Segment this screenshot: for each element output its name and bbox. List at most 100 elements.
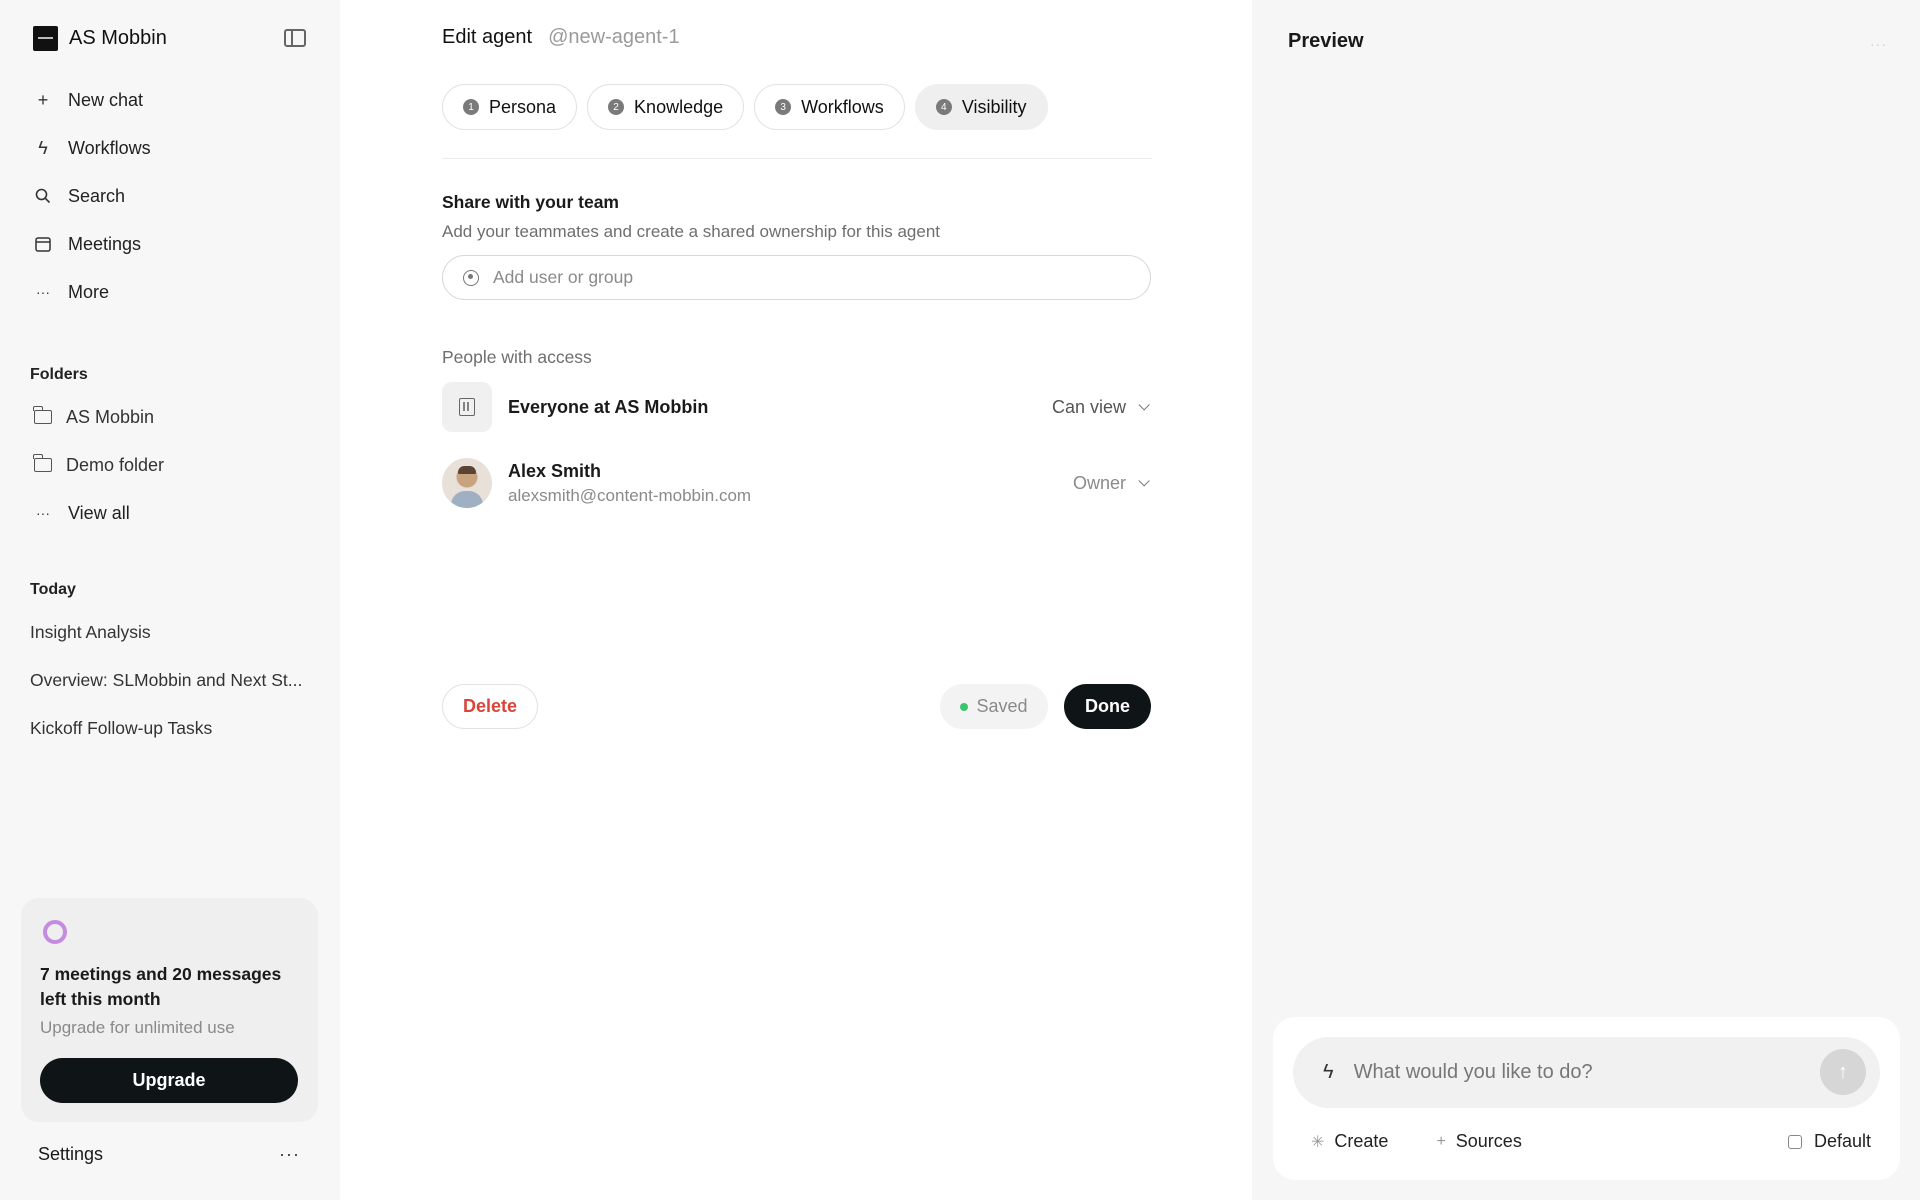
view-all-folders[interactable]: ··· View all — [34, 489, 314, 537]
create-button[interactable]: ✳ Create — [1311, 1131, 1388, 1152]
editor-header: Edit agent @new-agent-1 — [442, 26, 680, 49]
folder-item-as-mobbin[interactable]: AS Mobbin — [33, 393, 314, 441]
composer-actions: ✳ Create + Sources Default — [1311, 1131, 1871, 1152]
preview-panel: Preview ··· ϟ ↑ ✳ Create + Sources Defau… — [1252, 0, 1920, 1200]
divider — [442, 158, 1152, 159]
chat-history-item[interactable]: Overview: SLMobbin and Next St... — [30, 656, 310, 704]
workspace-logo — [33, 26, 58, 51]
share-subtitle: Add your teammates and create a shared o… — [442, 222, 941, 241]
tab-label: Workflows — [801, 96, 884, 117]
step-number: 1 — [463, 99, 479, 115]
model-label: Default — [1813, 1131, 1871, 1151]
sidebar-item-meetings[interactable]: Meetings — [34, 220, 314, 268]
access-row: Everyone at AS Mobbin Can view — [442, 381, 1152, 433]
model-select[interactable]: Default — [1787, 1131, 1871, 1152]
tab-visibility[interactable]: 4 Visibility — [914, 84, 1048, 130]
workspace-name: AS Mobbin — [69, 27, 167, 49]
saved-label: Saved — [976, 696, 1028, 716]
bolt-icon: ϟ — [38, 137, 48, 158]
agent-editor: Edit agent @new-agent-1 1 Persona 2 Know… — [340, 0, 1252, 1200]
upgrade-button[interactable]: Upgrade — [40, 1058, 298, 1103]
folder-item-demo-folder[interactable]: Demo folder — [33, 441, 314, 489]
folder-label: AS Mobbin — [66, 406, 155, 427]
sidebar-nav: + New chat ϟ Workflows Search Meetings ·… — [34, 76, 314, 316]
tab-label: Knowledge — [634, 96, 724, 117]
tab-persona[interactable]: 1 Persona — [442, 84, 578, 130]
sidebar-item-new-chat[interactable]: + New chat — [34, 76, 314, 124]
search-icon — [34, 187, 52, 205]
settings-row[interactable]: Settings ··· — [38, 1144, 300, 1165]
folders-heading: Folders — [30, 366, 88, 383]
sidebar-item-search[interactable]: Search — [34, 172, 314, 220]
settings-more-icon[interactable]: ··· — [279, 1144, 300, 1165]
access-row: Alex Smith alexsmith@content-mobbin.com … — [442, 457, 1152, 509]
arrow-up-icon: ↑ — [1838, 1060, 1848, 1083]
folder-label: Demo folder — [66, 454, 165, 475]
role-label: Owner — [1072, 472, 1126, 493]
sidebar-item-label: Workflows — [68, 137, 151, 158]
chat-composer: ϟ ↑ ✳ Create + Sources Default — [1273, 1017, 1900, 1180]
composer-input-wrapper: ϟ ↑ — [1293, 1037, 1880, 1108]
sparkle-icon: ✳ — [1311, 1133, 1325, 1151]
folder-icon — [33, 406, 52, 424]
send-button[interactable]: ↑ — [1820, 1049, 1866, 1095]
step-number: 3 — [775, 99, 792, 115]
plus-icon: + — [1436, 1132, 1446, 1150]
step-number: 2 — [608, 99, 625, 115]
sidebar-item-workflows[interactable]: ϟ Workflows — [34, 124, 314, 172]
bolt-icon[interactable]: ϟ — [1323, 1061, 1334, 1084]
usage-ring-icon — [43, 920, 67, 944]
calendar-icon — [34, 235, 52, 253]
plus-icon: + — [37, 89, 49, 110]
workspace-switcher[interactable]: AS Mobbin — [33, 26, 167, 51]
chevron-down-icon — [1138, 475, 1150, 487]
access-name: Alex Smith — [508, 460, 602, 481]
access-name: Everyone at AS Mobbin — [508, 396, 709, 417]
sidebar-item-label: Search — [68, 185, 126, 206]
sidebar-item-label: Meetings — [68, 233, 142, 254]
sources-label: Sources — [1455, 1131, 1522, 1151]
cpu-icon — [1787, 1134, 1802, 1149]
status-dot — [960, 702, 969, 711]
page-title: Edit agent — [442, 26, 533, 48]
chat-history-item[interactable]: Insight Analysis — [30, 608, 310, 656]
settings-label: Settings — [38, 1144, 104, 1164]
composer-input[interactable] — [1353, 1061, 1794, 1084]
folder-list: AS Mobbin Demo folder ··· View all — [33, 393, 314, 537]
more-icon: ··· — [36, 505, 50, 521]
tab-knowledge[interactable]: 2 Knowledge — [587, 84, 745, 130]
access-heading: People with access — [442, 347, 592, 367]
folder-icon — [33, 454, 52, 472]
agent-handle: @new-agent-1 — [548, 26, 680, 48]
share-title: Share with your team — [442, 192, 619, 212]
avatar — [442, 458, 492, 508]
user-circle-icon — [463, 269, 479, 286]
role-label: Can view — [1051, 396, 1126, 417]
tab-label: Visibility — [961, 96, 1027, 117]
delete-button[interactable]: Delete — [442, 684, 538, 729]
role-select-everyone[interactable]: Can view — [1052, 397, 1152, 418]
usage-card: 7 meetings and 20 messages left this mon… — [21, 898, 318, 1122]
sidebar-item-more[interactable]: ··· More — [34, 268, 314, 316]
chat-history-item[interactable]: Kickoff Follow-up Tasks — [30, 704, 310, 752]
sources-button[interactable]: + Sources — [1436, 1131, 1521, 1152]
saved-status: Saved — [940, 684, 1048, 729]
done-button[interactable]: Done — [1064, 684, 1151, 729]
sidebar-item-label: More — [68, 281, 110, 302]
sidebar-toggle-icon[interactable] — [284, 29, 306, 47]
today-heading: Today — [30, 581, 76, 598]
tab-label: Persona — [489, 96, 557, 117]
sidebar: AS Mobbin + New chat ϟ Workflows Search … — [0, 0, 340, 1200]
access-email: alexsmith@content-mobbin.com — [508, 485, 752, 505]
share-input-wrapper — [442, 255, 1151, 300]
usage-title: 7 meetings and 20 messages left this mon… — [40, 964, 282, 1009]
chevron-down-icon — [1138, 399, 1150, 411]
step-tabs: 1 Persona 2 Knowledge 3 Workflows 4 Visi… — [442, 84, 1048, 130]
tab-workflows[interactable]: 3 Workflows — [754, 84, 905, 130]
organization-avatar — [442, 382, 492, 432]
preview-more-icon[interactable]: ··· — [1870, 36, 1887, 52]
chat-history-list: Insight Analysis Overview: SLMobbin and … — [30, 608, 310, 752]
sidebar-item-label: New chat — [68, 89, 144, 110]
add-user-input[interactable] — [493, 267, 1113, 288]
role-select-owner[interactable]: Owner — [1073, 473, 1152, 494]
